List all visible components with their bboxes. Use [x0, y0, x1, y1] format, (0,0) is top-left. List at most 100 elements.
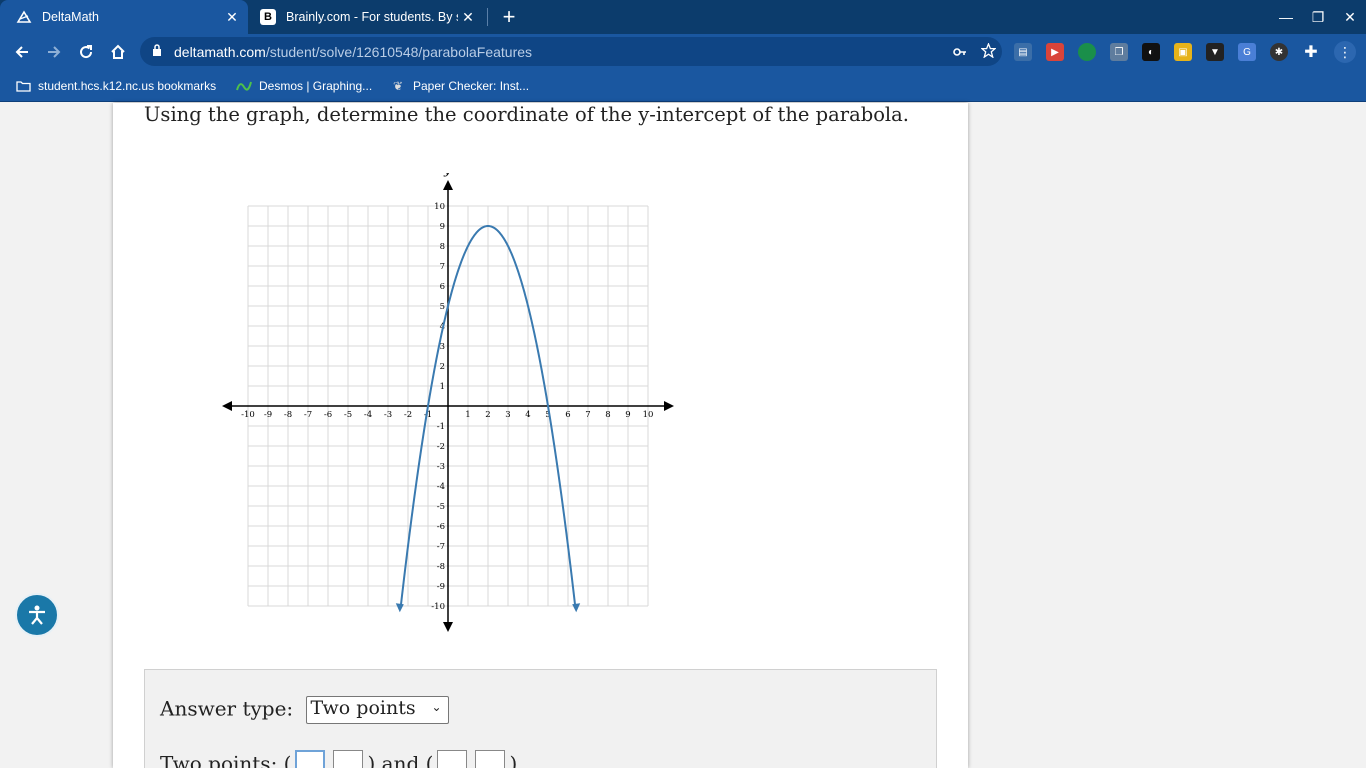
- y-tick-label: -1: [437, 422, 445, 432]
- x-tick-label: 6: [565, 410, 570, 420]
- forward-button[interactable]: [40, 38, 68, 66]
- y-tick-label: -4: [437, 482, 445, 492]
- x-tick-label: 10: [643, 410, 654, 420]
- y-tick-label: -10: [431, 602, 445, 612]
- browser-toolbar: deltamath.com/student/solve/12610548/par…: [0, 34, 1366, 70]
- restore-button[interactable]: ❐: [1302, 0, 1334, 34]
- deltamath-icon: [16, 9, 32, 25]
- x-tick-label: -4: [364, 410, 372, 420]
- home-button[interactable]: [104, 38, 132, 66]
- lock-icon: [152, 44, 166, 59]
- y-tick-label: 1: [440, 382, 445, 392]
- bookmark-star-icon[interactable]: [974, 41, 1002, 61]
- menu-kebab-icon[interactable]: ⋮: [1334, 41, 1356, 63]
- y-axis-bottom-arrow: [443, 622, 453, 632]
- paren: ): [509, 751, 518, 768]
- answer-type-row: Answer type: Two points ⌄: [160, 696, 449, 724]
- y-tick-label: 7: [440, 262, 445, 272]
- extension-shield-icon[interactable]: ▼: [1206, 43, 1224, 61]
- extension-screencast-icon[interactable]: ▶: [1046, 43, 1064, 61]
- problem-card: Using the graph, determine the coordinat…: [113, 103, 968, 768]
- answer-panel: Answer type: Two points ⌄ Two points: ()…: [144, 669, 937, 768]
- close-window-button[interactable]: ✕: [1334, 0, 1366, 34]
- y-tick-label: 5: [440, 302, 445, 312]
- home-icon: [111, 44, 125, 59]
- forward-arrow-icon: [48, 46, 61, 58]
- extension-printer-icon[interactable]: ▤: [1014, 43, 1032, 61]
- paren: (: [425, 751, 434, 768]
- x-tick-label: -10: [241, 410, 255, 420]
- extensions-puzzle-icon[interactable]: ✚: [1302, 43, 1320, 61]
- parabola-graph: xy -10 -9 -8 -7 -6 -5 -4 -3 -2 -1 1 2 3 4 5 6 7 8 9 10 10 9 8 7…: [222, 173, 674, 632]
- key-icon[interactable]: [946, 44, 974, 60]
- bookmark-desmos[interactable]: Desmos | Graphing...: [236, 76, 372, 96]
- x-tick-label: 4: [525, 410, 530, 420]
- accessibility-button[interactable]: [15, 593, 59, 637]
- bookmarks-bar: student.hcs.k12.nc.us bookmarks Desmos |…: [0, 70, 1366, 102]
- bookmark-label: student.hcs.k12.nc.us bookmarks: [38, 79, 217, 93]
- address-bar[interactable]: deltamath.com/student/solve/12610548/par…: [140, 37, 1002, 66]
- new-tab-button[interactable]: +: [497, 4, 521, 29]
- bookmark-folder[interactable]: student.hcs.k12.nc.us bookmarks: [15, 76, 216, 96]
- extension-classroom-icon[interactable]: ▣: [1174, 43, 1192, 61]
- x-tick-label: 1: [465, 410, 470, 420]
- question-text: Using the graph, determine the coordinat…: [144, 103, 909, 126]
- answer-type-value: Two points: [310, 697, 416, 719]
- extension-dark-icon[interactable]: ◐: [1142, 43, 1160, 61]
- x-tick-label: -3: [384, 410, 392, 420]
- back-arrow-icon: [15, 46, 28, 58]
- x-tick-label: -7: [304, 410, 312, 420]
- folder-icon: [15, 78, 31, 94]
- point1-x-input[interactable]: [295, 750, 326, 768]
- extension-copy-icon[interactable]: ❐: [1110, 43, 1128, 61]
- bookmark-label: Paper Checker: Inst...: [413, 79, 530, 93]
- y-tick-label: -9: [437, 582, 445, 592]
- page-content: Using the graph, determine the coordinat…: [0, 103, 1366, 768]
- x-tick-label: 7: [585, 410, 590, 420]
- point2-y-input[interactable]: [475, 750, 506, 768]
- tab-brainly[interactable]: B Brainly.com - For students. By st ✕: [252, 0, 484, 34]
- answer-type-select[interactable]: Two points ⌄: [305, 696, 449, 724]
- reload-button[interactable]: [72, 38, 100, 66]
- y-tick-label: -7: [437, 542, 445, 552]
- extension-chat-icon[interactable]: [1078, 43, 1096, 61]
- x-tick-label: -5: [344, 410, 352, 420]
- point1-y-input[interactable]: [333, 750, 364, 768]
- desmos-icon: [236, 78, 252, 94]
- x-tick-label: -6: [324, 410, 332, 420]
- x-tick-label: 3: [505, 410, 510, 420]
- x-tick-label: -9: [264, 410, 272, 420]
- close-tab-icon[interactable]: ✕: [458, 7, 478, 27]
- close-tab-icon[interactable]: ✕: [222, 7, 242, 27]
- y-tick-label: -8: [437, 562, 445, 572]
- answer-type-label: Answer type:: [160, 696, 294, 721]
- back-button[interactable]: [8, 38, 36, 66]
- y-tick-label: 8: [440, 242, 445, 252]
- minimize-button[interactable]: —: [1270, 0, 1302, 34]
- curve-right-arrow: [572, 603, 581, 613]
- tab-title: DeltaMath: [42, 10, 99, 24]
- tab-divider: [487, 8, 488, 26]
- extension-translate-icon[interactable]: G: [1238, 43, 1256, 61]
- brainly-icon: B: [260, 9, 276, 25]
- y-tick-label: 2: [440, 362, 445, 372]
- and-label: and: [381, 751, 420, 768]
- y-axis-label: y: [443, 173, 451, 177]
- tab-deltamath[interactable]: DeltaMath ✕: [0, 0, 248, 34]
- paren: (: [283, 751, 292, 768]
- y-tick-label: -5: [437, 502, 445, 512]
- bookmark-paper-checker[interactable]: ❦ Paper Checker: Inst...: [390, 76, 529, 96]
- reload-icon: [80, 45, 93, 59]
- y-tick-label: -2: [437, 442, 445, 452]
- graph-axes: xy: [222, 173, 674, 632]
- extension-bug-icon[interactable]: ✱: [1270, 43, 1288, 61]
- y-tick-label: -3: [437, 462, 445, 472]
- tab-strip: DeltaMath ✕ B Brainly.com - For students…: [0, 0, 1366, 34]
- two-points-label: Two points:: [160, 751, 278, 768]
- x-axis-left-arrow: [222, 401, 232, 411]
- accessibility-icon: [29, 605, 45, 625]
- point2-x-input[interactable]: [437, 750, 468, 768]
- y-tick-label: 10: [434, 202, 445, 212]
- tab-title: Brainly.com - For students. By st: [286, 10, 458, 24]
- chevron-down-icon: ⌄: [431, 700, 442, 714]
